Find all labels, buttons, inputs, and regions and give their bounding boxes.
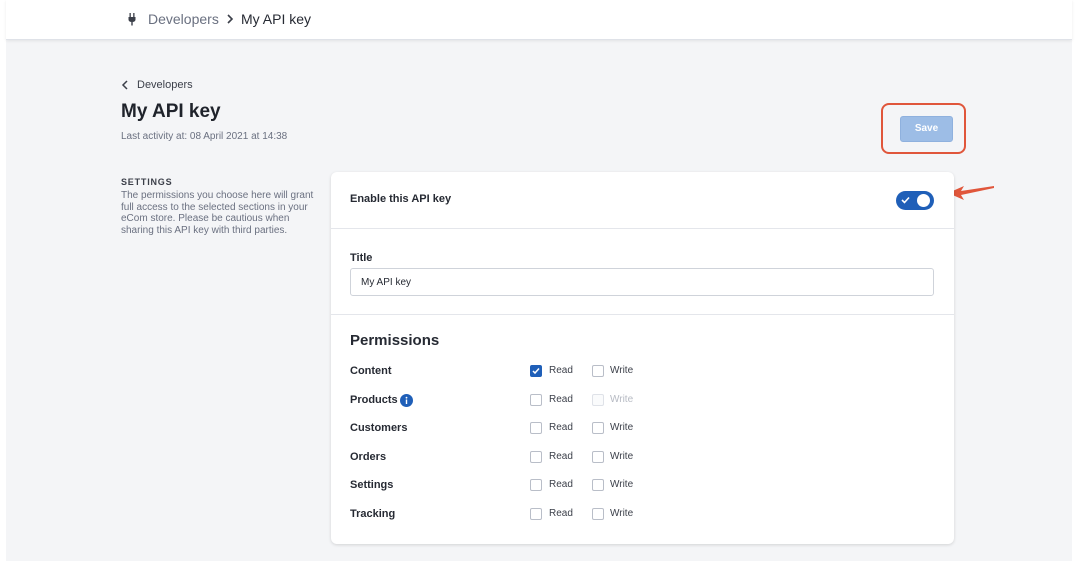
orders-write-checkbox[interactable] (592, 451, 604, 463)
permission-name: Tracking (350, 508, 396, 520)
write-label: Write (610, 394, 634, 405)
tracking-read-checkbox[interactable] (530, 508, 542, 520)
read-label: Read (549, 508, 573, 519)
permission-row-orders: Orders Read Write (331, 448, 954, 468)
settings-read-checkbox[interactable] (530, 479, 542, 491)
api-key-card: Enable this API key Title Permissions Co… (331, 172, 954, 544)
title-input[interactable] (350, 268, 934, 296)
permission-name: Content (350, 365, 392, 377)
divider (331, 228, 954, 229)
check-icon (532, 368, 540, 375)
chevron-right-icon (227, 14, 234, 24)
enable-toggle[interactable] (896, 191, 934, 210)
toggle-knob (917, 194, 930, 207)
write-label: Write (610, 422, 634, 433)
top-bar: Developers My API key (6, 0, 1072, 40)
title-label: Title (350, 252, 373, 264)
chevron-left-icon (121, 80, 128, 90)
customers-write-checkbox[interactable] (592, 422, 604, 434)
permission-name: Customers (350, 422, 408, 434)
save-button[interactable]: Save (900, 116, 953, 142)
info-icon[interactable] (400, 394, 413, 407)
content-read-checkbox[interactable] (530, 365, 542, 377)
permissions-heading: Permissions (350, 332, 440, 349)
breadcrumb-developers[interactable]: Developers (148, 11, 219, 27)
read-label: Read (549, 451, 573, 462)
settings-description: The permissions you choose here will gra… (121, 190, 314, 236)
permission-name: Orders (350, 451, 387, 463)
breadcrumb-current: My API key (241, 11, 312, 27)
write-label: Write (610, 508, 634, 519)
write-label: Write (610, 451, 634, 462)
settings-heading: SETTINGS (121, 177, 173, 187)
read-label: Read (549, 394, 573, 405)
content-write-checkbox[interactable] (592, 365, 604, 377)
products-write-checkbox (592, 394, 604, 406)
read-label: Read (549, 365, 573, 376)
permission-row-tracking: Tracking Read Write (331, 505, 954, 525)
permission-name: Products (350, 394, 398, 406)
settings-write-checkbox[interactable] (592, 479, 604, 491)
right-gutter (1072, 0, 1078, 561)
back-link-label: Developers (137, 79, 193, 91)
read-label: Read (549, 479, 573, 490)
tracking-write-checkbox[interactable] (592, 508, 604, 520)
products-read-checkbox[interactable] (530, 394, 542, 406)
write-label: Write (610, 365, 634, 376)
left-gutter (0, 0, 6, 561)
permission-row-customers: Customers Read Write (331, 419, 954, 439)
divider (331, 314, 954, 315)
permission-row-content: Content Read Write (331, 362, 954, 382)
enable-label: Enable this API key (350, 193, 452, 205)
permission-row-products: Products Read Write (331, 391, 954, 411)
read-label: Read (549, 422, 573, 433)
page-title: My API key (121, 101, 221, 122)
write-label: Write (610, 479, 634, 490)
plug-icon (128, 13, 136, 26)
orders-read-checkbox[interactable] (530, 451, 542, 463)
permission-name: Settings (350, 479, 394, 491)
permission-row-settings: Settings Read Write (331, 476, 954, 496)
check-icon (901, 196, 910, 204)
last-activity: Last activity at: 08 April 2021 at 14:38 (121, 131, 288, 142)
customers-read-checkbox[interactable] (530, 422, 542, 434)
